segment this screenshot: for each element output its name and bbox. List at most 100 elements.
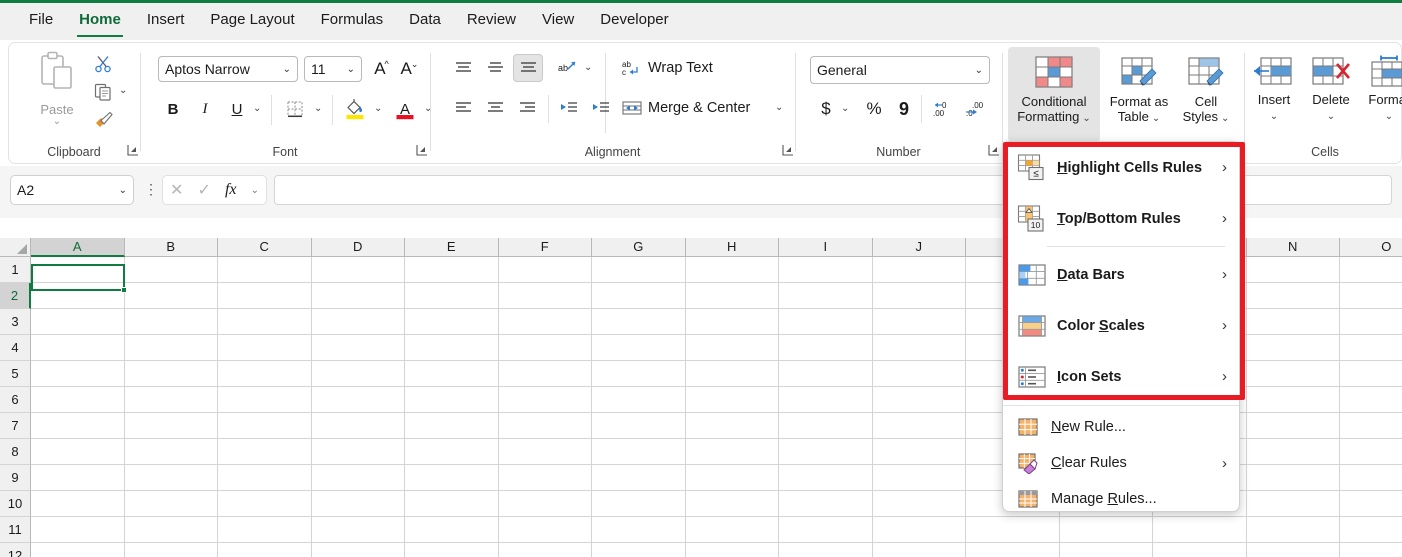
- cell-H2[interactable]: [685, 283, 779, 309]
- insert-function-icon[interactable]: fx: [225, 181, 237, 199]
- cell-C2[interactable]: [218, 283, 312, 309]
- cell-B10[interactable]: [124, 491, 218, 517]
- format-as-table-button[interactable]: Format as Table ⌄: [1103, 47, 1175, 142]
- cell-C3[interactable]: [218, 309, 312, 335]
- accounting-format-button[interactable]: $: [814, 95, 838, 123]
- conditional-formatting-button[interactable]: Conditional Formatting ⌄: [1008, 47, 1100, 142]
- menu-item-top-bottom-rules[interactable]: 10 Top/Bottom Rules ›: [1003, 193, 1239, 244]
- borders-chevron-icon[interactable]: ⌄: [314, 103, 322, 114]
- cell-G7[interactable]: [592, 413, 686, 439]
- cell-A8[interactable]: [31, 439, 125, 465]
- cell-A6[interactable]: [31, 387, 125, 413]
- cell-E1[interactable]: [405, 257, 499, 283]
- column-header-h[interactable]: H: [685, 238, 779, 257]
- tab-home[interactable]: Home: [66, 0, 134, 40]
- format-cells-button[interactable]: Format⌄: [1361, 49, 1402, 141]
- cell-J11[interactable]: [872, 517, 966, 543]
- increase-indent-button[interactable]: [587, 95, 615, 121]
- cell-J4[interactable]: [872, 335, 966, 361]
- align-left-button[interactable]: [449, 95, 477, 121]
- cell-H4[interactable]: [685, 335, 779, 361]
- paste-chevron-icon[interactable]: ⌄: [27, 117, 87, 127]
- cell-O4[interactable]: [1340, 335, 1402, 361]
- paste-button[interactable]: Paste ⌄: [27, 49, 87, 145]
- cell-I10[interactable]: [779, 491, 873, 517]
- column-header-b[interactable]: B: [124, 238, 218, 257]
- cell-E11[interactable]: [405, 517, 499, 543]
- cell-N2[interactable]: [1246, 283, 1340, 309]
- cell-B8[interactable]: [124, 439, 218, 465]
- cell-F7[interactable]: [498, 413, 592, 439]
- cell-F3[interactable]: [498, 309, 592, 335]
- fill-color-button[interactable]: [341, 94, 369, 124]
- cell-N3[interactable]: [1246, 309, 1340, 335]
- cell-E4[interactable]: [405, 335, 499, 361]
- cell-J7[interactable]: [872, 413, 966, 439]
- decrease-decimal-button[interactable]: .00 .0: [962, 95, 992, 123]
- cell-B1[interactable]: [124, 257, 218, 283]
- cell-J3[interactable]: [872, 309, 966, 335]
- column-header-n[interactable]: N: [1246, 238, 1340, 257]
- cell-H10[interactable]: [685, 491, 779, 517]
- cell-A2[interactable]: [31, 283, 125, 309]
- cell-A7[interactable]: [31, 413, 125, 439]
- cell-O3[interactable]: [1340, 309, 1402, 335]
- cell-B11[interactable]: [124, 517, 218, 543]
- cell-I1[interactable]: [779, 257, 873, 283]
- cell-H12[interactable]: [685, 543, 779, 557]
- cell-G5[interactable]: [592, 361, 686, 387]
- row-header-10[interactable]: 10: [0, 491, 31, 517]
- cell-G3[interactable]: [592, 309, 686, 335]
- cell-C11[interactable]: [218, 517, 312, 543]
- cancel-icon[interactable]: ✕: [170, 180, 183, 200]
- column-header-o[interactable]: O: [1340, 238, 1402, 257]
- menu-item-new-rule[interactable]: New Rule...: [1003, 409, 1239, 445]
- menu-item-highlight-cells-rules[interactable]: ≤ Highlight Cells Rules ›: [1003, 142, 1239, 193]
- tab-insert[interactable]: Insert: [134, 0, 198, 40]
- cell-O7[interactable]: [1340, 413, 1402, 439]
- cell-F11[interactable]: [498, 517, 592, 543]
- cell-B9[interactable]: [124, 465, 218, 491]
- tab-review[interactable]: Review: [454, 0, 529, 40]
- cell-I12[interactable]: [779, 543, 873, 557]
- underline-button[interactable]: U: [225, 96, 249, 122]
- cell-B2[interactable]: [124, 283, 218, 309]
- cell-J1[interactable]: [872, 257, 966, 283]
- confirm-icon[interactable]: ✓: [198, 180, 211, 200]
- select-all-corner[interactable]: [0, 238, 31, 257]
- menu-item-clear-rules[interactable]: Clear Rules ›: [1003, 445, 1239, 481]
- cell-E10[interactable]: [405, 491, 499, 517]
- column-header-e[interactable]: E: [405, 238, 499, 257]
- cell-I5[interactable]: [779, 361, 873, 387]
- number-dialog-launcher[interactable]: [988, 144, 1002, 158]
- tab-formulas[interactable]: Formulas: [308, 0, 397, 40]
- cell-H1[interactable]: [685, 257, 779, 283]
- align-top-button[interactable]: [449, 55, 477, 81]
- cell-E5[interactable]: [405, 361, 499, 387]
- cell-N7[interactable]: [1246, 413, 1340, 439]
- cell-D12[interactable]: [311, 543, 405, 557]
- align-right-button[interactable]: [513, 95, 541, 121]
- cell-B4[interactable]: [124, 335, 218, 361]
- cell-J6[interactable]: [872, 387, 966, 413]
- cell-O9[interactable]: [1340, 465, 1402, 491]
- cell-E9[interactable]: [405, 465, 499, 491]
- cell-J2[interactable]: [872, 283, 966, 309]
- delete-cells-button[interactable]: Delete ⌄: [1303, 49, 1359, 141]
- cell-E7[interactable]: [405, 413, 499, 439]
- insert-cells-button[interactable]: Insert ⌄: [1247, 49, 1301, 141]
- cell-I8[interactable]: [779, 439, 873, 465]
- cell-G4[interactable]: [592, 335, 686, 361]
- cell-H8[interactable]: [685, 439, 779, 465]
- font-size-combo[interactable]: 11 ⌄: [304, 56, 362, 82]
- formula-bar-handle[interactable]: ⋮: [144, 181, 158, 199]
- cell-O2[interactable]: [1340, 283, 1402, 309]
- cell-I11[interactable]: [779, 517, 873, 543]
- cell-N11[interactable]: [1246, 517, 1340, 543]
- cell-O10[interactable]: [1340, 491, 1402, 517]
- cell-I6[interactable]: [779, 387, 873, 413]
- row-header-11[interactable]: 11: [0, 517, 31, 543]
- number-format-combo[interactable]: General ⌄: [810, 56, 990, 84]
- cell-N1[interactable]: [1246, 257, 1340, 283]
- cell-F1[interactable]: [498, 257, 592, 283]
